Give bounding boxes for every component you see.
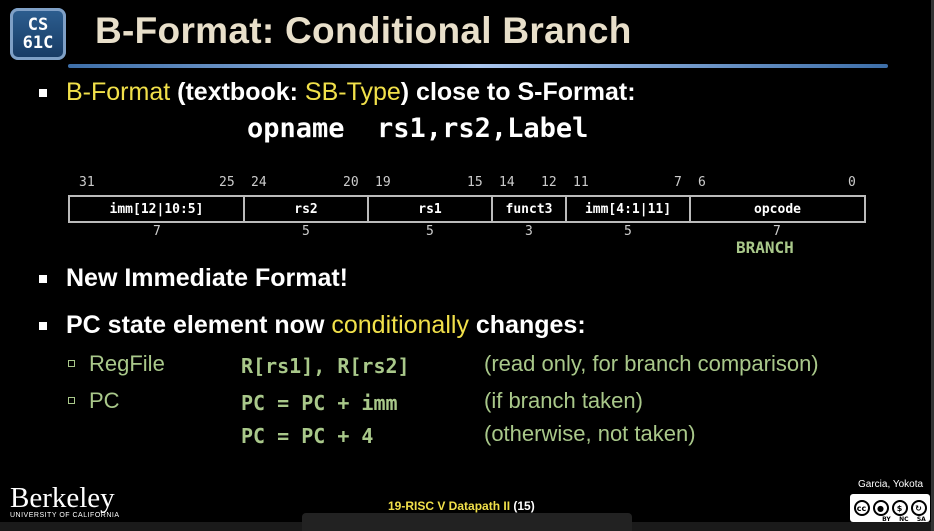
bit-label: 11 xyxy=(573,175,589,190)
field-funct3: funct3 xyxy=(493,197,567,221)
logo-line1: CS xyxy=(27,15,49,35)
field-rs2: rs2 xyxy=(245,197,369,221)
opcode-value: BRANCH xyxy=(736,238,794,257)
field-imm-high: imm[12|10:5] xyxy=(70,197,245,221)
bullet-marker xyxy=(39,89,47,97)
pc-not-taken-note: (otherwise, not taken) xyxy=(484,421,696,446)
bit-label: 24 xyxy=(251,175,267,190)
pc-taken-code: PC = PC + imm xyxy=(241,391,398,415)
berkeley-logo-subtitle: UNIVERSITY OF CALIFORNIA xyxy=(10,512,120,519)
field-width: 5 xyxy=(624,224,632,239)
bit-label: 25 xyxy=(219,175,235,190)
field-imm-low: imm[4:1|11] xyxy=(567,197,691,221)
subbullet-marker xyxy=(68,360,75,367)
bit-label: 12 xyxy=(541,175,557,190)
instruction-format-table: imm[12|10:5] rs2 rs1 funct3 imm[4:1|11] … xyxy=(68,195,866,223)
pc-state-text-1: PC state element now xyxy=(66,311,332,339)
new-immediate-text: New Immediate Format! xyxy=(66,264,349,292)
slide-footer: 19-RISC V Datapath II (15) xyxy=(388,499,535,513)
lecture-title: 19-RISC V Datapath II xyxy=(388,499,511,513)
regfile-code: R[rs1], R[rs2] xyxy=(241,354,410,378)
subitem-pc: PC xyxy=(68,388,120,414)
pc-state-text-2: changes: xyxy=(468,311,586,339)
cc-icon: cc xyxy=(853,500,870,516)
field-rs1: rs1 xyxy=(369,197,493,221)
bit-label: 0 xyxy=(848,175,856,190)
viewer-toolbar[interactable] xyxy=(302,513,632,531)
field-width: 5 xyxy=(302,224,310,239)
bullet-marker xyxy=(39,275,47,283)
bit-label: 15 xyxy=(467,175,483,190)
bullet-new-immediate: New Immediate Format! xyxy=(39,264,349,293)
field-width: 3 xyxy=(525,224,533,239)
cs61c-logo: CS 61C xyxy=(10,8,66,60)
bit-label: 7 xyxy=(674,175,682,190)
berkeley-logo: Berkeley xyxy=(10,482,115,514)
bit-label: 20 xyxy=(343,175,359,190)
bullet-marker xyxy=(39,322,47,330)
bit-label: 14 xyxy=(499,175,515,190)
bullet-pc-state: PC state element now conditionally chang… xyxy=(39,311,586,340)
instruction-syntax: opname rs1,rs2,Label xyxy=(247,113,589,144)
by-icon: ● xyxy=(872,500,889,516)
authors: Garcia, Yokota xyxy=(858,479,924,490)
title-underline xyxy=(68,64,888,68)
pc-not-taken-code: PC = PC + 4 xyxy=(241,424,374,448)
slide-title: B-Format: Conditional Branch xyxy=(95,10,632,51)
field-width: 7 xyxy=(773,224,781,239)
subitem-label: PC xyxy=(89,388,120,413)
regfile-note: (read only, for branch comparison) xyxy=(484,351,819,376)
field-width: 5 xyxy=(426,224,434,239)
bformat-text: B-Format xyxy=(66,78,171,106)
field-width: 7 xyxy=(153,224,161,239)
sbtype-text: SB-Type xyxy=(304,78,401,106)
close-to-text: ) close to S-Format: xyxy=(400,78,636,106)
subitem-label: RegFile xyxy=(89,351,165,376)
sa-icon: ↻ xyxy=(910,500,927,516)
pc-taken-note: (if branch taken) xyxy=(484,388,643,413)
logo-line2: 61C xyxy=(22,33,54,53)
bullet-bformat: B-Format (textbook: SB-Type) close to S-… xyxy=(39,78,636,107)
bit-label: 6 xyxy=(698,175,706,190)
subitem-regfile: RegFile xyxy=(68,351,165,377)
bit-label: 19 xyxy=(375,175,391,190)
nc-icon: $ xyxy=(891,500,908,516)
subbullet-marker xyxy=(68,397,75,404)
bit-label: 31 xyxy=(79,175,95,190)
conditionally-text: conditionally xyxy=(331,311,469,339)
field-opcode: opcode xyxy=(754,201,801,217)
textbook-text: (textbook: xyxy=(170,78,305,106)
page-number: (15) xyxy=(513,499,535,513)
